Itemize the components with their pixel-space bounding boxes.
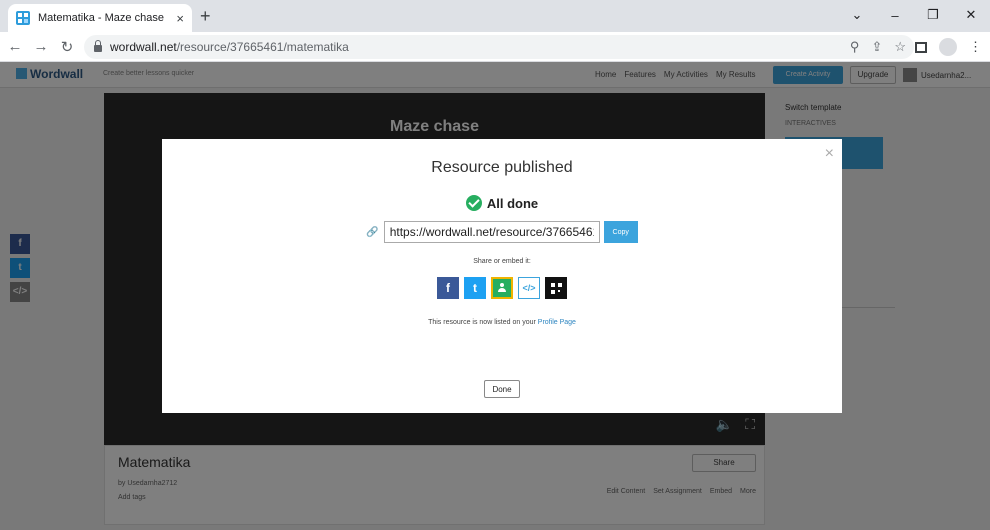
- back-icon[interactable]: ←: [4, 38, 26, 55]
- embed-icon[interactable]: </>: [518, 277, 540, 299]
- profile-page-link[interactable]: Profile Page: [538, 319, 576, 326]
- zoom-icon[interactable]: ⚲: [850, 39, 860, 55]
- share-options: f t </>: [162, 277, 842, 299]
- status-row: All done: [162, 195, 842, 211]
- listed-text: This resource is now listed on your: [428, 319, 536, 326]
- omnibox-actions: ⚲ ⇪ ☆: [850, 39, 906, 55]
- share-link-row: 🔗 Copy: [162, 221, 842, 243]
- new-tab-button[interactable]: +: [200, 6, 211, 27]
- tab-close-icon[interactable]: ×: [176, 11, 184, 26]
- close-window-icon[interactable]: ✕: [952, 0, 990, 30]
- side-panel-icon[interactable]: [915, 41, 927, 53]
- reload-icon[interactable]: ↻: [56, 38, 78, 56]
- qr-glyph: [550, 282, 562, 294]
- facebook-icon[interactable]: f: [437, 277, 459, 299]
- window-controls: ⌄ – ❐ ✕: [838, 0, 990, 30]
- wordwall-favicon-icon: [16, 11, 30, 25]
- minimize-icon[interactable]: –: [876, 0, 914, 30]
- url-host: wordwall.net: [110, 40, 177, 54]
- resource-published-dialog: × Resource published All done 🔗 Copy Sha…: [162, 139, 842, 413]
- lock-icon: [94, 39, 102, 52]
- google-classroom-icon[interactable]: [491, 277, 513, 299]
- forward-icon[interactable]: →: [30, 38, 52, 55]
- menu-kebab-icon[interactable]: ⋮: [969, 39, 982, 55]
- address-bar[interactable]: wordwall.net/resource/37665461/matematik…: [84, 35, 914, 59]
- tab-title: Matematika - Maze chase: [38, 12, 164, 24]
- classroom-person-glyph: [496, 283, 508, 293]
- share-page-icon[interactable]: ⇪: [871, 39, 882, 55]
- browser-right-icons: ⋮: [915, 38, 982, 56]
- check-circle-icon: [465, 195, 482, 211]
- dialog-title: Resource published: [431, 159, 573, 176]
- listed-note: This resource is now listed on your Prof…: [162, 319, 842, 326]
- copy-button[interactable]: Copy: [603, 221, 638, 243]
- status-text: All done: [486, 195, 539, 211]
- restore-icon[interactable]: ❐: [914, 0, 952, 30]
- bookmark-star-icon[interactable]: ☆: [894, 39, 906, 55]
- twitter-icon[interactable]: t: [464, 277, 486, 299]
- browser-toolbar: ← → ↻ wordwall.net/resource/37665461/mat…: [0, 32, 990, 62]
- tab-search-icon[interactable]: ⌄: [838, 0, 876, 30]
- qr-code-icon[interactable]: [545, 277, 567, 299]
- browser-tab-strip: Matematika - Maze chase × + ⌄ – ❐ ✕: [0, 0, 990, 32]
- done-button[interactable]: Done: [484, 380, 520, 398]
- browser-tab[interactable]: Matematika - Maze chase ×: [8, 4, 192, 32]
- url-path: /resource/37665461/matematika: [176, 40, 349, 54]
- link-icon: 🔗: [366, 226, 379, 238]
- profile-icon[interactable]: [939, 38, 957, 56]
- share-url-field[interactable]: [383, 221, 600, 243]
- share-prompt: Share or embed it:: [473, 258, 531, 265]
